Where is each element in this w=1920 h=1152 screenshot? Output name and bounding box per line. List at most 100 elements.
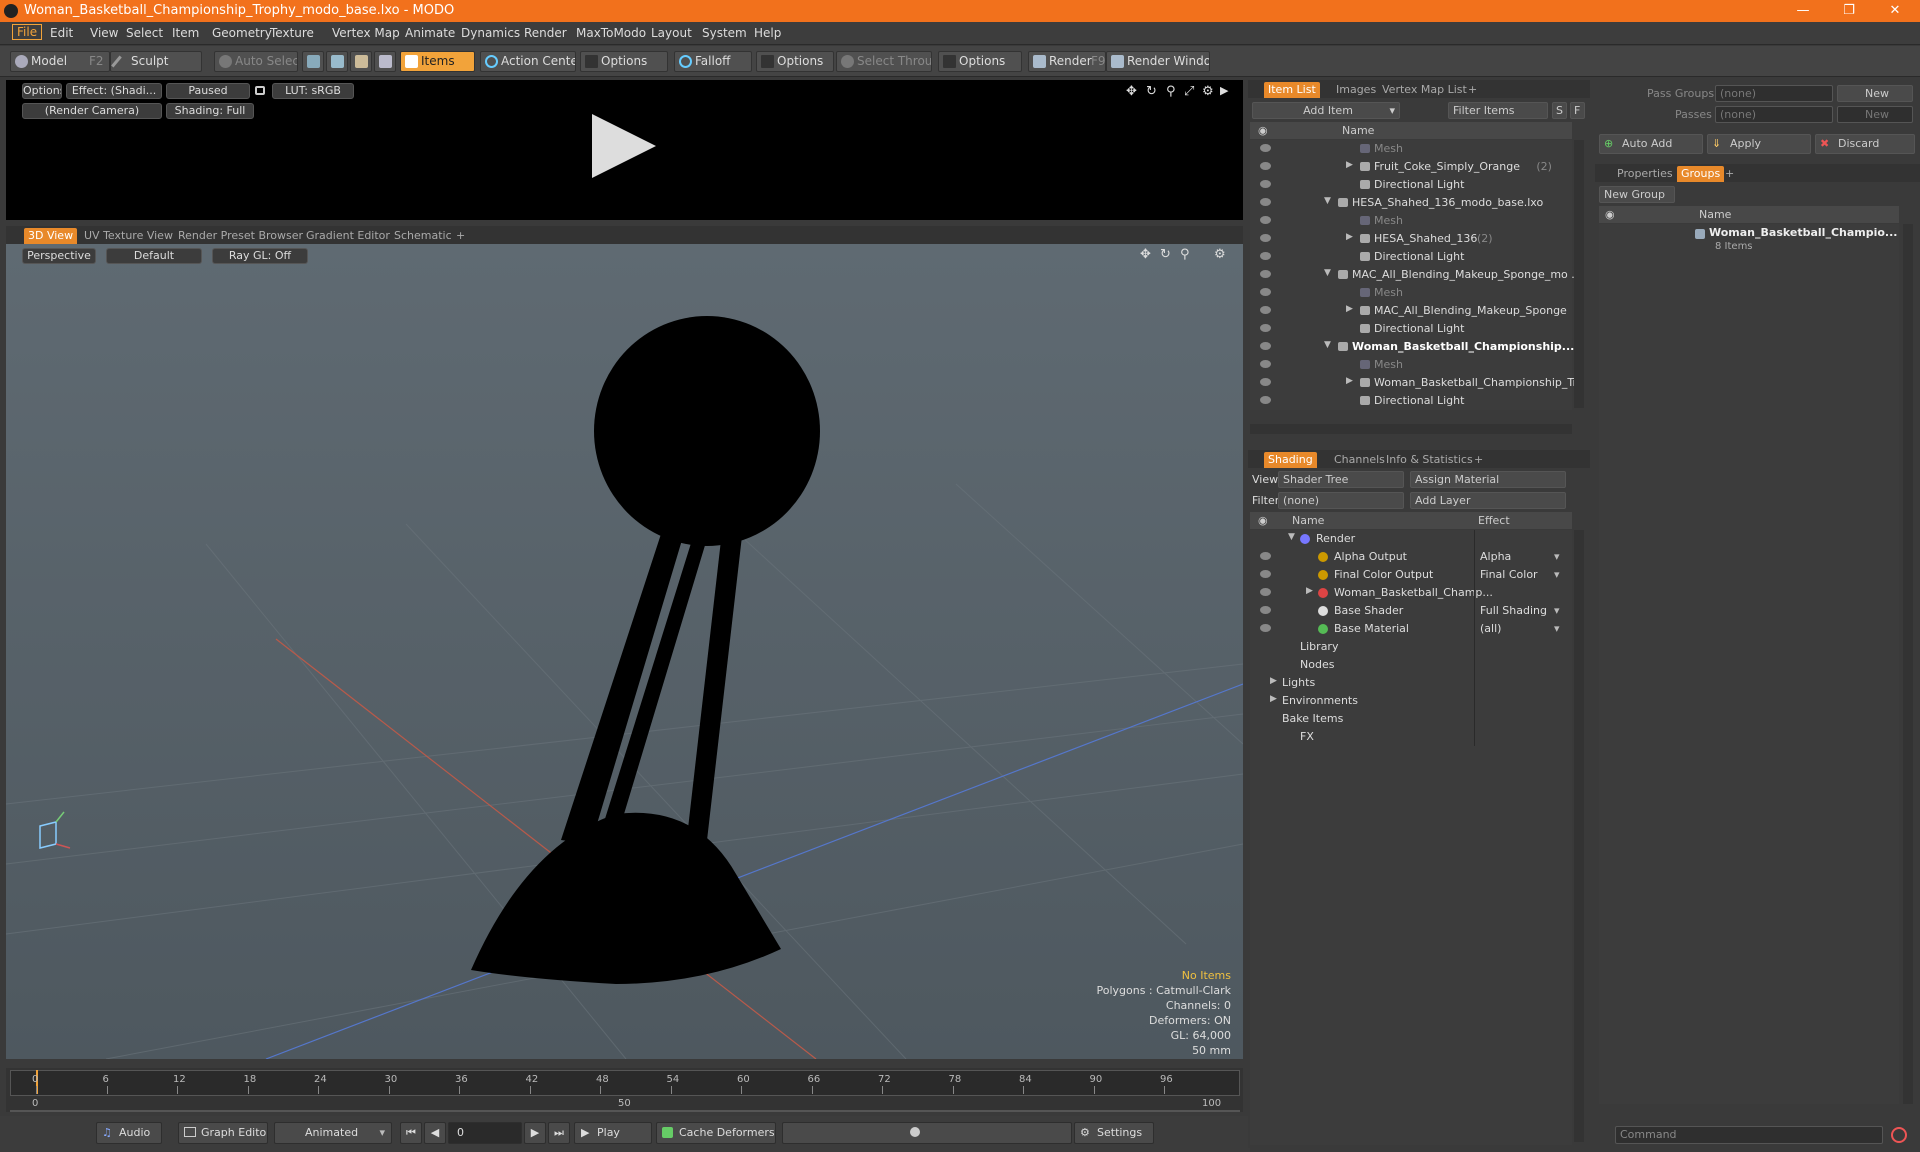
groups-scrollbar[interactable] [1903,224,1913,1104]
visibility-eye-icon[interactable] [1260,252,1271,260]
menu-view[interactable]: View [90,26,118,40]
shader-row[interactable]: ▼ Render [1250,530,1572,548]
effect-value[interactable]: Final Color [1480,568,1538,581]
expand-arrow-icon[interactable]: ▶ [1270,676,1277,686]
minimize-icon[interactable]: — [1780,0,1826,22]
visibility-eye-icon[interactable] [1260,588,1271,596]
previous-key-button[interactable]: ◀ [424,1122,446,1144]
audio-button[interactable]: ♫ Audio [96,1122,162,1144]
vertices-mode-button[interactable] [302,51,324,72]
menu-file[interactable]: File [12,24,43,40]
expand-arrow-icon[interactable]: ▶ [1346,376,1353,386]
3d-viewport[interactable]: Perspective Default Ray GL: Off ✥ ↻ ⚲ ⚙ … [6,244,1243,1059]
effect-value[interactable]: Alpha [1480,550,1511,563]
next-key-button[interactable]: ▶ [524,1122,546,1144]
visibility-eye-icon[interactable] [1260,324,1271,332]
tab-shading[interactable]: Shading [1264,452,1317,468]
expand-arrow-icon[interactable]: ▶ [1346,232,1353,242]
tab-add[interactable]: + [1464,82,1481,98]
materials-mode-button[interactable] [374,51,396,72]
item-row[interactable]: Mesh [1250,356,1574,374]
menu-select[interactable]: Select [126,26,163,40]
expand-arrow-icon[interactable]: ▶ [1346,160,1353,170]
play-render-icon[interactable] [592,114,656,178]
range-bar[interactable] [10,1110,1240,1112]
visibility-eye-icon[interactable] [1260,288,1271,296]
paused-button[interactable]: Paused [166,83,250,99]
menu-system[interactable]: System [702,26,747,40]
polygons-mode-button[interactable] [350,51,372,72]
tab-channels[interactable]: Channels [1330,452,1389,468]
close-icon[interactable]: ✕ [1872,0,1918,22]
settings-button[interactable]: ⚙ Settings [1074,1122,1154,1144]
shader-scrollbar[interactable] [1574,530,1584,1142]
effect-dropdown[interactable]: Effect: (Shadi... [66,83,162,99]
item-row[interactable]: Directional Light [1250,176,1574,194]
visibility-eye-icon[interactable] [1260,360,1271,368]
filter-f-button[interactable]: F [1570,102,1585,119]
item-list-scrollbar[interactable] [1574,140,1584,408]
cache-deformers-button[interactable]: Cache Deformers [656,1122,776,1144]
play-menu-icon[interactable]: ▶ [1220,84,1228,97]
item-row[interactable]: Directional Light [1250,392,1574,410]
expand-arrow-icon[interactable]: ▼ [1324,268,1331,278]
item-row[interactable]: ▶ Fruit_Coke_Simply_Orange (2) [1250,158,1574,176]
add-item-dropdown[interactable]: Add Item ▾ [1252,102,1400,119]
item-row[interactable]: Directional Light [1250,248,1574,266]
visibility-eye-icon[interactable] [1260,162,1271,170]
frame-field[interactable]: 0 [448,1122,522,1144]
shader-row[interactable]: Final Color Output Final Color ▾ [1250,566,1572,584]
menu-animate[interactable]: Animate [405,26,455,40]
gear-icon[interactable]: ⚙ [1202,84,1214,99]
falloff-button[interactable]: Falloff [674,51,752,72]
menu-dynamics[interactable]: Dynamics [461,26,520,40]
menu-render[interactable]: Render [524,26,567,40]
expand-arrow-icon[interactable]: ▶ [1306,586,1313,596]
visibility-eye-icon[interactable] [1260,144,1271,152]
edges-mode-button[interactable] [326,51,348,72]
render-camera-dropdown[interactable]: (Render Camera) [22,103,162,119]
shader-row[interactable]: Base Shader Full Shading ▾ [1250,602,1572,620]
chevron-down-icon[interactable]: ▾ [1554,550,1560,563]
item-row[interactable]: Mesh [1250,284,1574,302]
effect-value[interactable]: (all) [1480,622,1501,635]
menu-edit[interactable]: Edit [50,26,73,40]
view-dropdown[interactable]: Shader Tree [1278,471,1404,488]
shader-row[interactable]: ▶ Woman_Basketball_Champ... [1250,584,1572,602]
assign-material-button[interactable]: Assign Material [1410,471,1566,488]
lock-icon[interactable] [255,86,265,95]
visibility-eye-icon[interactable] [1260,342,1271,350]
new-pass-group-button[interactable]: New [1837,85,1913,102]
effect-value[interactable]: Full Shading [1480,604,1547,617]
chevron-down-icon[interactable]: ▾ [1554,622,1560,635]
apply-button[interactable]: ⇓ Apply [1707,134,1811,154]
record-icon[interactable] [906,1122,924,1144]
item-row[interactable]: ▶ Woman_Basketball_Championship_Tro... [1250,374,1574,392]
go-to-end-button[interactable]: ⏭ [548,1122,570,1144]
item-row[interactable]: Mesh [1250,212,1574,230]
command-history-icon[interactable] [1891,1127,1907,1143]
select-through-button[interactable]: Select Through [836,51,932,72]
select-through-options-button[interactable]: Options [938,51,1022,72]
filter-s-button[interactable]: S [1552,102,1567,119]
shader-row[interactable]: FX [1250,728,1572,746]
tab-properties[interactable]: Properties [1613,166,1677,182]
tab-item-list[interactable]: Item List [1264,82,1320,98]
visibility-eye-icon[interactable] [1260,180,1271,188]
lut-dropdown[interactable]: LUT: sRGB [272,83,354,99]
visibility-eye-icon[interactable] [1260,606,1271,614]
menu-maxtomodo[interactable]: MaxToModo [576,26,646,40]
item-row[interactable]: ▶ HESA_Shahed_136 (2) [1250,230,1574,248]
shader-row[interactable]: ▶ Lights [1250,674,1572,692]
model-button[interactable]: Model F2 [10,51,110,72]
item-row[interactable]: ▼ HESA_Shahed_136_modo_base.lxo [1250,194,1574,212]
item-row[interactable]: ▼ Woman_Basketball_Championship... [1250,338,1574,356]
pass-groups-dropdown[interactable]: (none) [1715,85,1833,102]
item-row[interactable]: Mesh [1250,140,1574,158]
discard-button[interactable]: ✖ Discard [1815,134,1915,154]
menu-texture[interactable]: Texture [270,26,314,40]
falloff-options-button[interactable]: Options [756,51,834,72]
tab-uv-texture-view[interactable]: UV Texture View [80,228,177,244]
visibility-eye-icon[interactable] [1260,552,1271,560]
visibility-eye-icon[interactable] [1260,378,1271,386]
